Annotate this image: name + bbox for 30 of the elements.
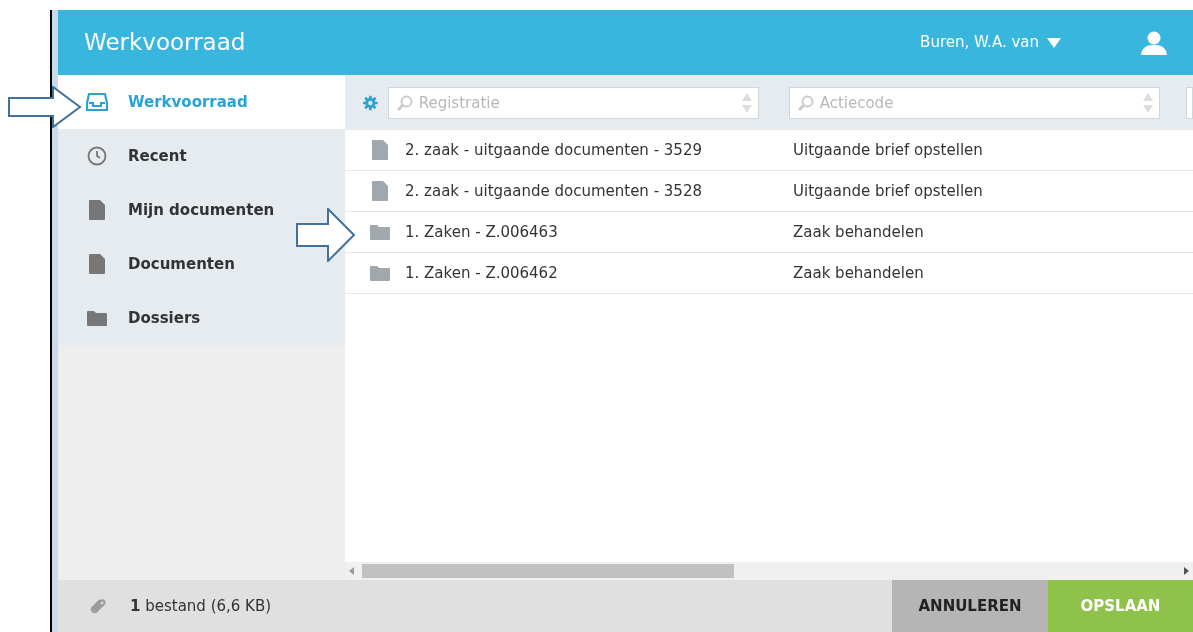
- table-cell-text: 2. zaak - uitgaande documenten - 3529: [405, 139, 703, 161]
- caret-icon: [1047, 37, 1061, 48]
- sidebar-item[interactable]: Recent: [58, 129, 345, 183]
- search-field[interactable]: Actiecode: [788, 86, 1160, 119]
- document-icon: [86, 199, 108, 221]
- inbox-icon: [86, 91, 108, 113]
- search-field[interactable]: [1185, 86, 1193, 119]
- paperclip-icon: [88, 597, 106, 615]
- sidebar-item[interactable]: Documenten: [58, 237, 345, 291]
- sidebar-item[interactable]: Dossiers: [58, 291, 345, 345]
- table-cell-text: 2. zaak - uitgaande documenten - 3528: [405, 180, 703, 202]
- table-cell-text: Zaak behandelen: [793, 221, 924, 243]
- document-icon: [86, 253, 108, 275]
- search-field[interactable]: Registratie: [387, 86, 759, 119]
- attachment-summary: 1 bestand (6,6 KB): [130, 595, 272, 617]
- table-cell-text: Zaak behandelen: [793, 262, 924, 284]
- document-icon: [369, 180, 391, 202]
- app-title: Werkvoorraad: [84, 28, 246, 58]
- table-cell-text: 1. Zaken - Z.006462: [405, 262, 559, 284]
- cancel-button[interactable]: ANNULEREN: [892, 580, 1048, 632]
- clock-icon: [86, 145, 108, 167]
- user-icon[interactable]: [1141, 30, 1167, 55]
- table-cell-text: Uitgaande brief opstellen: [793, 180, 983, 202]
- horizontal-scrollbar[interactable]: [345, 562, 1193, 580]
- search-icon: [797, 94, 814, 111]
- sidebar-item[interactable]: Mijn documenten: [58, 183, 345, 237]
- search-icon: [396, 94, 413, 111]
- document-icon: [369, 139, 391, 161]
- table-cell-text: Uitgaande brief opstellen: [793, 139, 983, 161]
- table-cell-text: 1. Zaken - Z.006463: [405, 221, 559, 243]
